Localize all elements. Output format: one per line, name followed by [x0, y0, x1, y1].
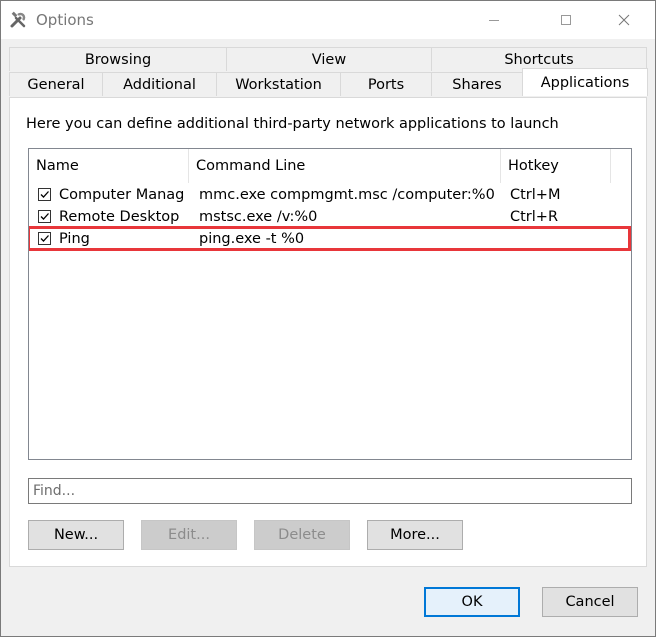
row-command: mmc.exe compmgmt.msc /computer:%0: [199, 187, 495, 203]
close-button[interactable]: [601, 1, 647, 39]
column-header-hotkey[interactable]: Hotkey: [501, 149, 611, 183]
row-name: Remote Desktop: [59, 209, 180, 225]
column-label: Name: [36, 158, 79, 174]
row-hotkey: Ctrl+M: [510, 187, 561, 203]
tab-label: Applications: [540, 74, 630, 91]
tab-label: Additional: [123, 76, 196, 93]
button-label: OK: [461, 594, 483, 610]
window-title: Options: [36, 11, 94, 29]
maximize-button[interactable]: [543, 1, 589, 39]
find-input[interactable]: [28, 478, 632, 504]
panel-description: Here you can define additional third-par…: [26, 116, 559, 132]
applications-panel: Here you can define additional third-par…: [9, 97, 647, 567]
new-button[interactable]: New...: [28, 520, 124, 550]
row-hotkey: Ctrl+R: [510, 209, 559, 225]
tab-shares[interactable]: Shares: [431, 72, 523, 96]
row-name: Computer Manag...: [59, 187, 185, 203]
row-checkbox[interactable]: [38, 210, 51, 223]
tab-general[interactable]: General: [9, 72, 103, 96]
tab-label: Shortcuts: [504, 51, 574, 68]
column-label: Hotkey: [508, 158, 559, 174]
button-label: Delete: [278, 527, 326, 543]
tab-workstation[interactable]: Workstation: [216, 72, 341, 96]
title-bar: Options: [1, 1, 655, 39]
options-dialog: Options Browsing View Shortcuts General …: [0, 0, 656, 637]
ok-button[interactable]: OK: [424, 587, 520, 617]
row-checkbox[interactable]: [38, 188, 51, 201]
tab-label: Shares: [452, 76, 502, 93]
list-item[interactable]: Computer Manag... mmc.exe compmgmt.msc /…: [29, 185, 629, 207]
tools-icon: [9, 10, 29, 30]
tab-additional[interactable]: Additional: [102, 72, 217, 96]
button-label: More...: [390, 527, 440, 543]
maximize-icon: [561, 15, 571, 25]
list-item[interactable]: Ping ping.exe -t %0: [29, 226, 631, 251]
list-header: Name Command Line Hotkey: [29, 149, 629, 183]
row-command: ping.exe -t %0: [199, 231, 305, 247]
more-button[interactable]: More...: [367, 520, 463, 550]
tab-browsing[interactable]: Browsing: [9, 47, 227, 71]
column-header-command-line[interactable]: Command Line: [189, 149, 501, 183]
checkmark-icon: [40, 213, 49, 220]
cancel-button[interactable]: Cancel: [542, 587, 638, 617]
delete-button[interactable]: Delete: [254, 520, 350, 550]
tab-applications[interactable]: Applications: [522, 68, 648, 96]
button-label: Cancel: [565, 594, 615, 610]
tab-label: Ports: [367, 76, 405, 93]
minimize-button[interactable]: [471, 1, 517, 39]
row-name: Ping: [59, 231, 90, 247]
tab-label: Browsing: [84, 51, 152, 68]
close-icon: [618, 14, 630, 26]
edit-button[interactable]: Edit...: [141, 520, 237, 550]
list-item[interactable]: Remote Desktop mstsc.exe /v:%0 Ctrl+R: [29, 207, 629, 229]
tab-ports[interactable]: Ports: [340, 72, 432, 96]
tab-label: View: [311, 51, 347, 68]
tab-label: General: [27, 76, 85, 93]
checkmark-icon: [40, 191, 49, 198]
column-label: Command Line: [196, 158, 306, 174]
row-command: mstsc.exe /v:%0: [199, 209, 318, 225]
tab-view[interactable]: View: [226, 47, 432, 71]
tab-row-bottom: General Additional Workstation Ports Sha…: [9, 68, 648, 96]
checkmark-icon: [40, 235, 49, 242]
button-label: Edit...: [168, 527, 210, 543]
minimize-icon: [489, 20, 499, 21]
button-label: New...: [53, 527, 99, 543]
applications-list[interactable]: Name Command Line Hotkey Computer Manag.…: [28, 148, 632, 460]
tab-label: Workstation: [235, 76, 322, 93]
column-header-name[interactable]: Name: [29, 149, 189, 183]
row-checkbox[interactable]: [38, 232, 51, 245]
